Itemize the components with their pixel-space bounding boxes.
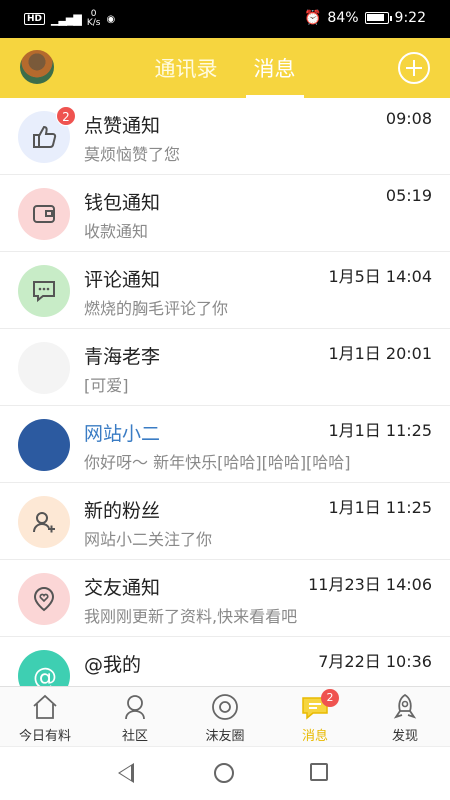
net-speed: 0 K/s <box>86 9 101 28</box>
message-row[interactable]: 网站小二你好呀～ 新年快乐[哈哈][哈哈][哈哈] 1月1日 11:25 <box>0 406 450 483</box>
message-row[interactable]: 评论通知燃烧的胸毛评论了你 1月5日 14:04 <box>0 252 450 329</box>
battery-percent: 84% <box>327 10 359 26</box>
svg-text:@: @ <box>33 663 57 686</box>
message-title: 新的粉丝 <box>84 500 161 522</box>
heart-location-icon <box>18 573 70 625</box>
header: 通讯录 消息 <box>0 38 450 98</box>
message-preview: 我刚刚更新了资料,快来看看吧 <box>84 607 298 626</box>
tab-badge: 2 <box>321 689 339 707</box>
message-preview: 莫烦恼赞了您 <box>84 145 181 164</box>
message-row[interactable]: @ @我的 7月22日 10:36 <box>0 637 450 686</box>
message-preview: 网站小二关注了你 <box>84 530 213 549</box>
message-preview: [可爱] <box>84 376 129 395</box>
message-row[interactable]: 新的粉丝网站小二关注了你 1月1日 11:25 <box>0 483 450 560</box>
message-preview: 你好呀～ 新年快乐[哈哈][哈哈][哈哈] <box>84 453 351 472</box>
tab-rocket[interactable]: 发现 <box>360 687 450 746</box>
tab-label: 沫友圈 <box>205 729 245 744</box>
add-icon[interactable] <box>398 52 430 84</box>
user-avatar <box>18 419 70 471</box>
message-list: 2 点赞通知莫烦恼赞了您 09:08 钱包通知收款通知 05:19 评论通知燃烧的胸毛评论… <box>0 98 450 686</box>
at-icon: @ <box>18 650 70 686</box>
bottom-tab-bar: 今日有料 社区 沫友圈 2 消息 发现 <box>0 686 450 746</box>
new-follower-icon <box>18 496 70 548</box>
tab-message[interactable]: 2 消息 <box>270 687 360 746</box>
message-title: 点赞通知 <box>84 115 161 137</box>
battery-icon <box>364 12 392 24</box>
unread-badge: 2 <box>56 106 76 126</box>
wallet-icon <box>18 188 70 240</box>
message-preview: 收款通知 <box>84 222 149 241</box>
user-avatar <box>18 342 70 394</box>
header-tabs: 通讯录 消息 <box>0 38 450 98</box>
status-bar: HD ▁▃▅▇ 0 K/s ◉ ⏰ 84% 9:22 <box>0 0 450 38</box>
signal-icon: ▁▃▅▇ <box>51 12 82 26</box>
message-time: 1月1日 11:25 <box>328 498 432 517</box>
tab-label: 今日有料 <box>18 729 71 744</box>
alarm-icon: ⏰ <box>303 10 322 26</box>
message-title: 网站小二 <box>84 423 161 445</box>
status-left: HD ▁▃▅▇ 0 K/s ◉ <box>24 10 115 28</box>
message-time: 11月23日 14:06 <box>308 575 432 594</box>
tab-home[interactable]: 今日有料 <box>0 687 90 746</box>
home-nav-icon[interactable] <box>214 763 234 783</box>
hd-icon: HD <box>24 13 46 25</box>
message-time: 1月1日 20:01 <box>328 344 432 363</box>
message-row[interactable]: 交友通知我刚刚更新了资料,快来看看吧 11月23日 14:06 <box>0 560 450 637</box>
comment-icon <box>18 265 70 317</box>
tab-label: 社区 <box>121 729 148 744</box>
tab-label: 消息 <box>301 729 328 744</box>
tab-contacts[interactable]: 通讯录 <box>155 38 218 98</box>
message-time: 1月1日 11:25 <box>328 421 432 440</box>
message-title: 青海老李 <box>84 346 161 368</box>
clock: 9:22 <box>394 10 426 26</box>
status-right: ⏰ 84% 9:22 <box>304 10 426 26</box>
system-nav-bar <box>0 746 450 800</box>
tab-moments[interactable]: 沫友圈 <box>180 687 270 746</box>
message-title: 交友通知 <box>84 577 161 599</box>
message-time: 7月22日 10:36 <box>318 652 432 671</box>
message-title: @我的 <box>84 654 142 676</box>
message-preview: 燃烧的胸毛评论了你 <box>84 299 229 318</box>
message-title: 钱包通知 <box>84 192 161 214</box>
message-time: 05:19 <box>385 186 432 205</box>
tab-community[interactable]: 社区 <box>90 687 180 746</box>
message-time: 1月5日 14:04 <box>328 267 432 286</box>
eye-icon: ◉ <box>106 13 116 25</box>
message-row[interactable]: 2 点赞通知莫烦恼赞了您 09:08 <box>0 98 450 175</box>
tab-label: 发现 <box>391 729 418 744</box>
message-title: 评论通知 <box>84 269 161 291</box>
tab-messages[interactable]: 消息 <box>245 38 304 98</box>
recent-apps-icon[interactable] <box>310 763 328 781</box>
my-avatar[interactable] <box>18 48 56 86</box>
message-row[interactable]: 青海老李 [可爱] 1月1日 20:01 <box>0 329 450 406</box>
battery-fill <box>366 14 384 21</box>
message-time: 09:08 <box>385 109 432 128</box>
back-icon[interactable] <box>118 763 134 783</box>
message-row[interactable]: 钱包通知收款通知 05:19 <box>0 175 450 252</box>
